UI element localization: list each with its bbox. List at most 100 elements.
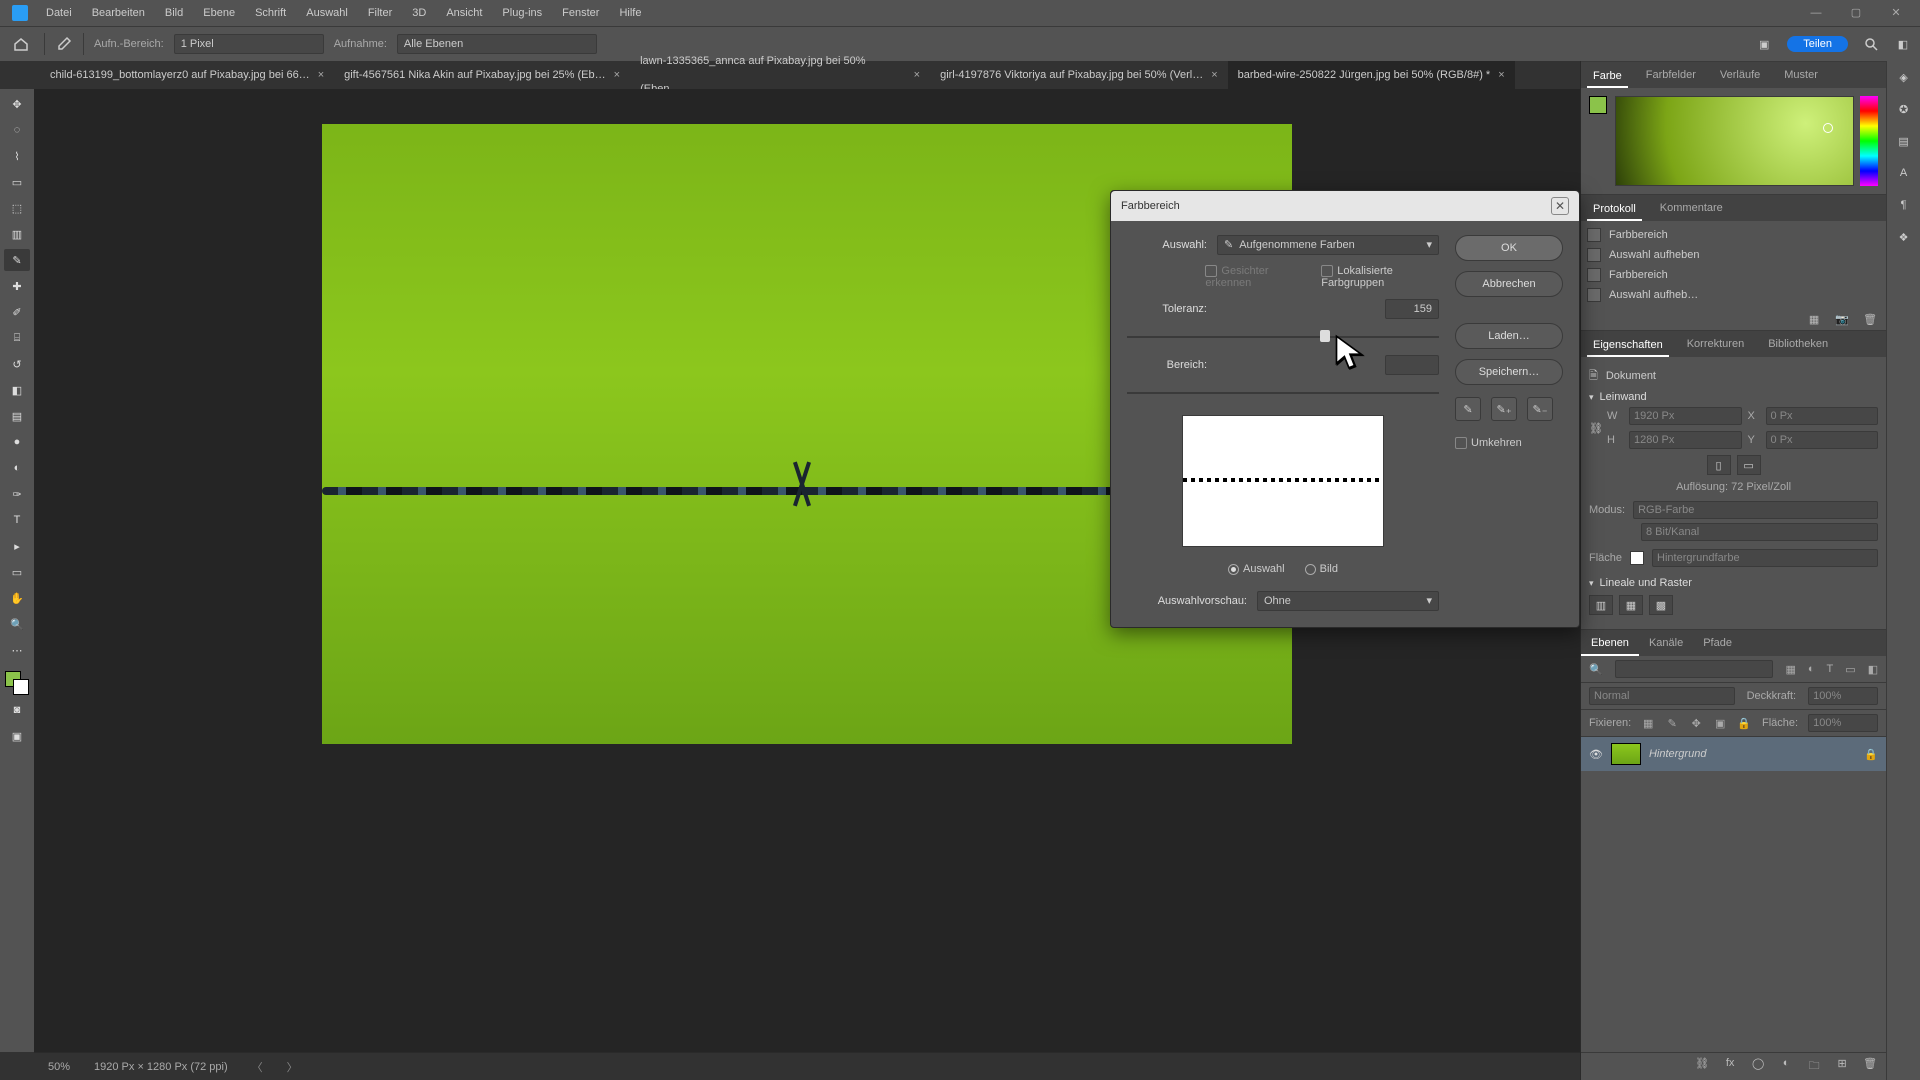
eyedropper-tool[interactable]: ✎: [4, 249, 30, 271]
menu-fenster[interactable]: Fenster: [552, 0, 609, 26]
tab-close-icon[interactable]: ×: [914, 61, 920, 89]
menu-datei[interactable]: Datei: [36, 0, 82, 26]
snapshot-icon[interactable]: 📷: [1834, 313, 1850, 326]
eyedropper-sample-button[interactable]: ✎: [1455, 397, 1481, 421]
layer-row-background[interactable]: 👁 Hintergrund 🔒: [1581, 737, 1886, 771]
shape-tool[interactable]: ▭: [4, 561, 30, 583]
load-button[interactable]: Laden…: [1455, 323, 1563, 349]
color-picker[interactable]: [1589, 96, 1878, 186]
new-layer-icon[interactable]: ⊞: [1834, 1057, 1850, 1076]
tab-close-icon[interactable]: ×: [1211, 61, 1217, 89]
height-input[interactable]: 1280 Px: [1629, 431, 1742, 449]
search-icon[interactable]: [1862, 35, 1880, 53]
screen-mode-button[interactable]: ▣: [4, 725, 30, 747]
preview-mode-selection-radio[interactable]: Auswahl: [1228, 563, 1285, 575]
strip-icon-2[interactable]: ✪: [1894, 99, 1914, 119]
create-doc-from-state-icon[interactable]: ▦: [1806, 313, 1822, 326]
window-close-button[interactable]: ✕: [1876, 0, 1916, 26]
selection-preview-dropdown[interactable]: Ohne▾: [1257, 591, 1439, 611]
canvas-section-toggle[interactable]: ▾Leinwand: [1589, 391, 1878, 403]
menu-ansicht[interactable]: Ansicht: [436, 0, 492, 26]
color-field[interactable]: [1615, 96, 1854, 186]
blur-tool[interactable]: ●: [4, 431, 30, 453]
layer-fill-input[interactable]: 100%: [1808, 714, 1878, 732]
zoom-tool[interactable]: 🔍: [4, 613, 30, 635]
ruler-button-3[interactable]: ▩: [1649, 595, 1673, 615]
ok-button[interactable]: OK: [1455, 235, 1563, 261]
filter-smart-icon[interactable]: ◧: [1868, 663, 1878, 676]
menu-bearbeiten[interactable]: Bearbeiten: [82, 0, 155, 26]
menu-3d[interactable]: 3D: [402, 0, 436, 26]
tolerance-slider[interactable]: [1127, 329, 1439, 345]
panel-tab-verläufe[interactable]: Verläufe: [1714, 62, 1766, 88]
fg-swatch[interactable]: [1589, 96, 1607, 114]
lasso-tool[interactable]: ⌇: [4, 145, 30, 167]
visibility-toggle-icon[interactable]: 👁: [1589, 748, 1603, 761]
layer-style-icon[interactable]: fx: [1722, 1057, 1738, 1076]
menu-bild[interactable]: Bild: [155, 0, 193, 26]
history-state[interactable]: Auswahl aufheben: [1581, 245, 1886, 265]
stamp-tool[interactable]: ⌸: [4, 327, 30, 349]
lock-position-icon[interactable]: ✥: [1689, 717, 1703, 730]
x-input[interactable]: 0 Px: [1766, 407, 1879, 425]
delete-layer-icon[interactable]: 🗑: [1862, 1057, 1878, 1076]
strip-icon-5[interactable]: ¶: [1894, 195, 1914, 215]
localized-checkbox[interactable]: [1321, 265, 1333, 277]
select-method-dropdown[interactable]: ✎Aufgenommene Farben▾: [1217, 235, 1439, 255]
strip-icon-3[interactable]: ▤: [1894, 131, 1914, 151]
object-select-tool[interactable]: ▭: [4, 171, 30, 193]
link-wh-icon[interactable]: ⛓: [1589, 422, 1601, 435]
share-button[interactable]: Teilen: [1787, 36, 1848, 52]
document-tab[interactable]: gift-4567561 Nika Akin auf Pixabay.jpg b…: [334, 61, 630, 89]
width-input[interactable]: 1920 Px: [1629, 407, 1742, 425]
document-tab[interactable]: lawn-1335365_annca auf Pixabay.jpg bei 5…: [630, 61, 930, 89]
lock-artboard-icon[interactable]: ▣: [1713, 717, 1727, 730]
ruler-button-2[interactable]: ▦: [1619, 595, 1643, 615]
eyedropper-tool-icon[interactable]: [55, 35, 73, 53]
move-tool[interactable]: ✥: [4, 93, 30, 115]
menu-auswahl[interactable]: Auswahl: [296, 0, 358, 26]
status-arrow-left[interactable]: 〈: [252, 1059, 263, 1075]
invert-checkbox[interactable]: [1455, 437, 1467, 449]
hue-strip[interactable]: [1860, 96, 1878, 186]
tab-close-icon[interactable]: ×: [1498, 61, 1504, 89]
rulers-section-toggle[interactable]: ▾Lineale und Raster: [1589, 577, 1878, 589]
eyedropper-add-button[interactable]: ✎₊: [1491, 397, 1517, 421]
panel-tab-ebenen[interactable]: Ebenen: [1581, 630, 1639, 656]
filter-shape-icon[interactable]: ▭: [1845, 663, 1855, 676]
menu-ebene[interactable]: Ebene: [193, 0, 245, 26]
history-state[interactable]: Farbbereich: [1581, 265, 1886, 285]
lock-pixels-icon[interactable]: ▦: [1641, 717, 1655, 730]
fill-swatch[interactable]: [1630, 551, 1644, 565]
history-state[interactable]: Farbbereich: [1581, 225, 1886, 245]
crop-tool[interactable]: ⬚: [4, 197, 30, 219]
dialog-titlebar[interactable]: Farbbereich ✕: [1111, 191, 1579, 221]
window-maximize-button[interactable]: ▢: [1836, 0, 1876, 26]
adjustment-layer-icon[interactable]: ◐: [1778, 1057, 1794, 1076]
color-mode-select[interactable]: RGB-Farbe: [1633, 501, 1878, 519]
delete-state-icon[interactable]: 🗑: [1862, 313, 1878, 326]
panel-tab-protokoll[interactable]: Protokoll: [1587, 196, 1642, 221]
panel-tab-korrekturen[interactable]: Korrekturen: [1681, 331, 1750, 357]
document-tab[interactable]: girl-4197876 Viktoriya auf Pixabay.jpg b…: [930, 61, 1228, 89]
healing-tool[interactable]: ✚: [4, 275, 30, 297]
dodge-tool[interactable]: ◐: [4, 457, 30, 479]
history-state[interactable]: Auswahl aufheb…: [1581, 285, 1886, 305]
sample-layers-select[interactable]: Alle Ebenen: [397, 34, 597, 54]
menu-filter[interactable]: Filter: [358, 0, 402, 26]
ruler-button-1[interactable]: ▥: [1589, 595, 1613, 615]
dialog-close-button[interactable]: ✕: [1551, 197, 1569, 215]
bit-depth-select[interactable]: 8 Bit/Kanal: [1641, 523, 1878, 541]
tab-close-icon[interactable]: ×: [318, 61, 324, 89]
brush-tool[interactable]: ✐: [4, 301, 30, 323]
lock-all-icon[interactable]: 🔒: [1737, 717, 1751, 730]
lock-brush-icon[interactable]: ✎: [1665, 717, 1679, 730]
link-layers-icon[interactable]: ⛓: [1694, 1057, 1710, 1076]
y-input[interactable]: 0 Px: [1766, 431, 1879, 449]
quick-mask-button[interactable]: ◙: [4, 699, 30, 721]
zoom-level[interactable]: 50%: [48, 1061, 70, 1073]
strip-icon-1[interactable]: ◈: [1894, 67, 1914, 87]
history-brush-tool[interactable]: ↺: [4, 353, 30, 375]
opacity-input[interactable]: 100%: [1808, 687, 1878, 705]
panel-tab-eigenschaften[interactable]: Eigenschaften: [1587, 332, 1669, 357]
